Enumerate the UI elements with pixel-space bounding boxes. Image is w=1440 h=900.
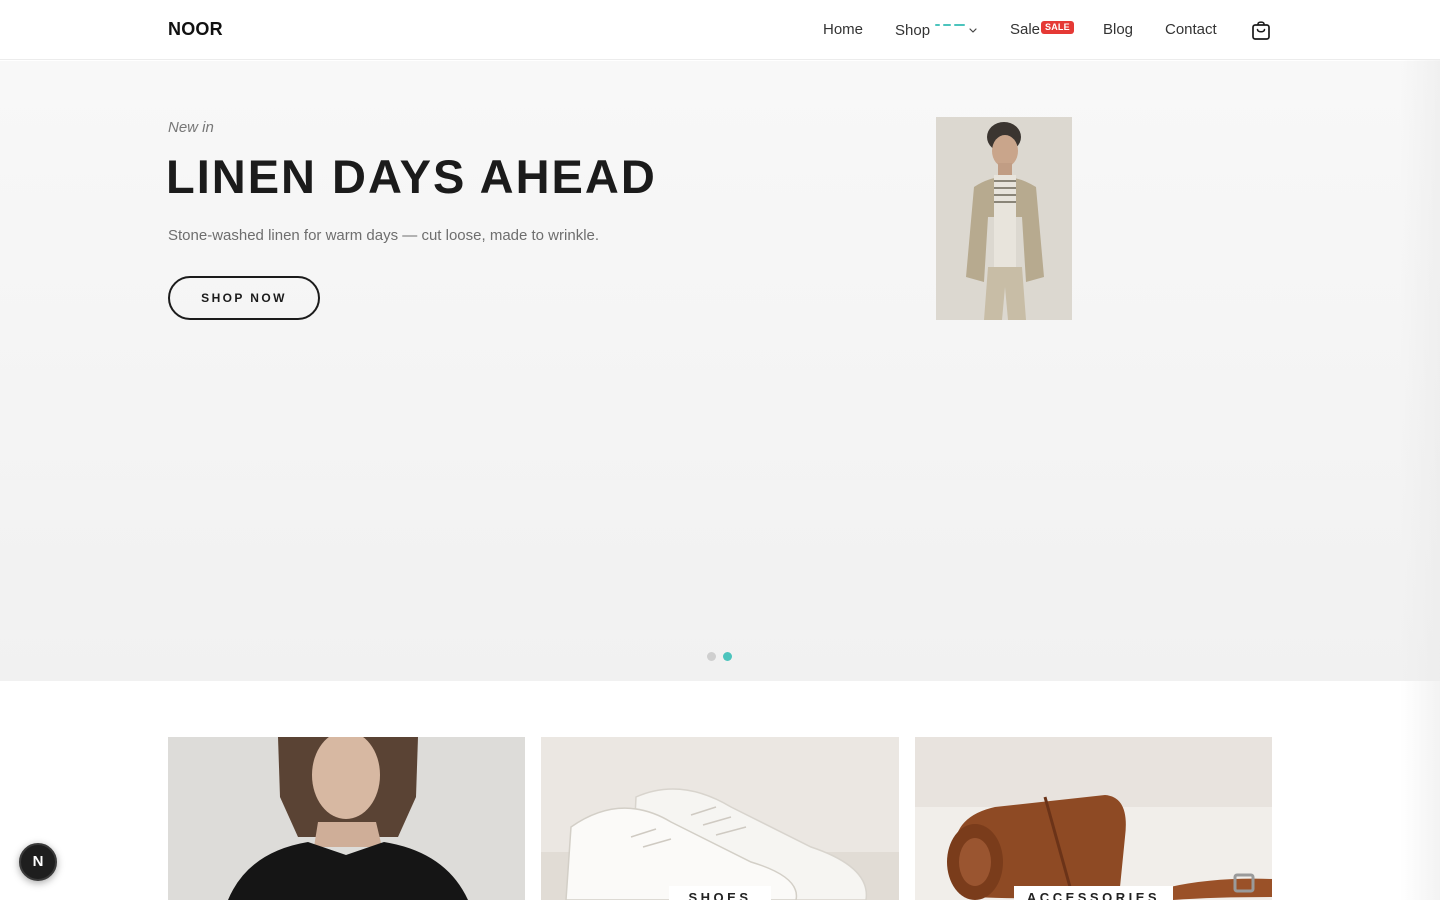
category-label-accessories: ACCESSORIES xyxy=(1014,886,1173,900)
category-card-shoes[interactable]: SHOES xyxy=(541,737,899,900)
category-card-accessories[interactable]: ACCESSORIES xyxy=(915,737,1272,900)
nav-shop[interactable]: Shop xyxy=(895,22,930,39)
nextjs-dev-badge[interactable]: N xyxy=(19,843,57,881)
category-card-women[interactable] xyxy=(168,737,525,900)
hero-banner: New in LINEN DAYS AHEAD Stone-washed lin… xyxy=(0,61,1440,681)
hero-kicker: New in xyxy=(168,119,214,136)
nav-contact[interactable]: Contact xyxy=(1165,21,1217,38)
chevron-down-icon[interactable] xyxy=(968,25,978,35)
shop-accent-decoration xyxy=(935,22,965,28)
shop-now-button[interactable]: SHOP NOW xyxy=(168,276,320,320)
category-label-shoes: SHOES xyxy=(669,886,771,900)
hero-subtitle: Stone-washed linen for warm days — cut l… xyxy=(168,227,600,244)
slider-dot-1[interactable] xyxy=(707,652,716,661)
site-header: NOOR Home Shop Sale SALE Blog Contact xyxy=(0,0,1440,60)
category-image-sweater xyxy=(168,737,525,900)
hero-model-photo xyxy=(936,117,1072,320)
site-logo[interactable]: NOOR xyxy=(168,19,223,40)
nav-home[interactable]: Home xyxy=(823,21,863,38)
nav-sale[interactable]: Sale xyxy=(1010,21,1040,38)
sale-badge: SALE xyxy=(1041,21,1074,34)
shopping-bag-icon[interactable] xyxy=(1250,19,1272,41)
slider-dot-2[interactable] xyxy=(723,652,732,661)
slider-dots xyxy=(707,652,737,662)
hero-title: LINEN DAYS AHEAD xyxy=(166,150,657,203)
category-image-sneakers xyxy=(541,737,899,900)
nav-blog[interactable]: Blog xyxy=(1103,21,1133,38)
category-image-leather-roll xyxy=(915,737,1272,900)
